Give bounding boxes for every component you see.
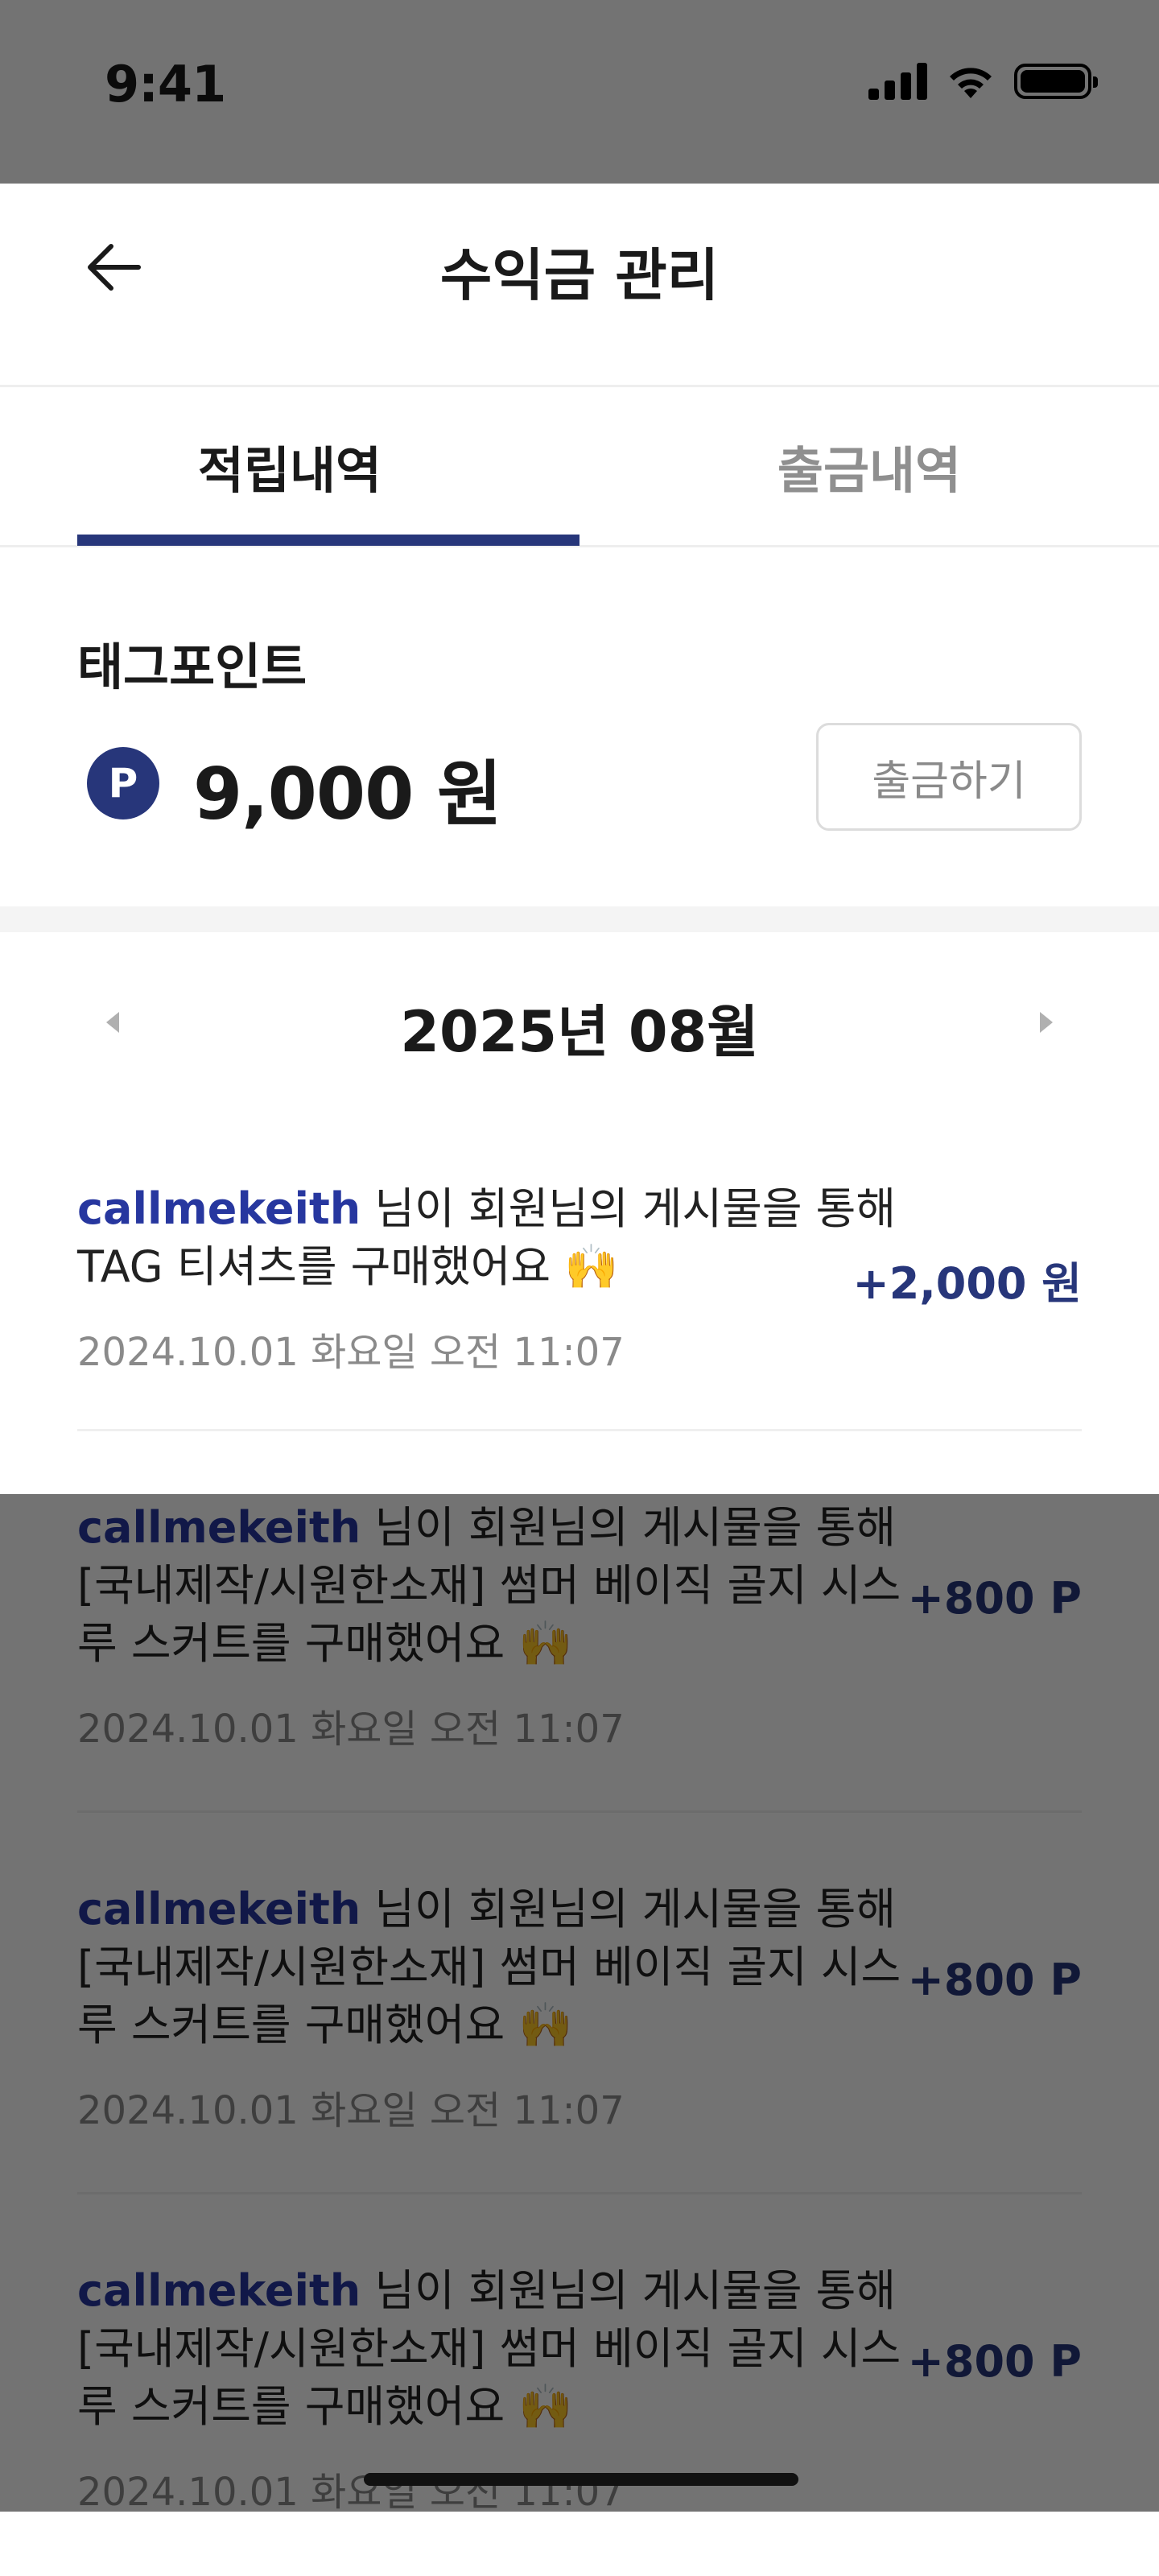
item-username: callmekeith	[77, 1502, 361, 1553]
transaction-list: callmekeith 님이 회원님의 게시물을 통해 TAG 티셔츠를 구매했…	[0, 1109, 1159, 2576]
page-title: 수익금 관리	[439, 242, 720, 308]
withdraw-button[interactable]: 출금하기	[816, 723, 1082, 831]
balance-section: 태그포인트 P 9,000 원 출금하기	[0, 547, 1159, 906]
cellular-signal-icon	[868, 63, 927, 100]
item-date: 2024.10.01 화요일 오전 11:07	[77, 2470, 625, 2515]
caret-right-icon	[1040, 1012, 1053, 1033]
month-label: 2025년 08월	[400, 999, 759, 1065]
month-navigator: 2025년 08월	[0, 932, 1159, 1109]
status-bar: 9:41	[0, 0, 1159, 184]
point-icon: P	[87, 747, 159, 819]
item-description: callmekeith 님이 회원님의 게시물을 통해 TAG 티셔츠를 구매했…	[77, 1109, 906, 1296]
item-amount: +800 P	[907, 1573, 1082, 1624]
section-divider	[0, 906, 1159, 932]
tab-withdrawal-history[interactable]: 출금내역	[580, 387, 1159, 545]
item-date: 2024.10.01 화요일 오전 11:07	[77, 1330, 625, 1375]
app-header: 수익금 관리	[0, 184, 1159, 385]
wifi-icon	[950, 68, 992, 98]
balance-label: 태그포인트	[77, 638, 307, 696]
battery-icon	[1014, 64, 1098, 99]
tab-bar: 적립내역 출금내역	[0, 385, 1159, 547]
status-time: 9:41	[105, 55, 226, 114]
list-item[interactable]: callmekeith 님이 회원님의 게시물을 통해 [국내제작/시원한소재]…	[77, 1431, 1082, 1813]
next-month-button[interactable]	[1030, 1006, 1062, 1038]
home-indicator[interactable]	[364, 2473, 798, 2486]
item-amount: +800 P	[907, 1955, 1082, 2005]
item-username: callmekeith	[77, 1884, 361, 1934]
item-date: 2024.10.01 화요일 오전 11:07	[77, 2088, 625, 2133]
item-username: callmekeith	[77, 2265, 361, 2316]
item-description: callmekeith 님이 회원님의 게시물을 통해 [국내제작/시원한소재]…	[77, 1431, 906, 1673]
status-icons	[868, 63, 1098, 100]
item-description: callmekeith 님이 회원님의 게시물을 통해 [국내제작/시원한소재]…	[77, 1813, 906, 2054]
active-tab-indicator	[77, 535, 580, 546]
balance-amount: 9,000 원	[193, 753, 502, 836]
list-item[interactable]: callmekeith 님이 회원님의 게시물을 통해 [국내제작/시원한소재]…	[77, 2194, 1082, 2576]
item-username: callmekeith	[77, 1183, 361, 1234]
item-amount: +2,000 원	[852, 1258, 1082, 1309]
list-item[interactable]: callmekeith 님이 회원님의 게시물을 통해 TAG 티셔츠를 구매했…	[77, 1109, 1082, 1431]
list-item[interactable]: callmekeith 님이 회원님의 게시물을 통해 [국내제작/시원한소재]…	[77, 1813, 1082, 2194]
tab-earnings-history[interactable]: 적립내역	[0, 387, 580, 545]
item-date: 2024.10.01 화요일 오전 11:07	[77, 1707, 625, 1752]
item-description: callmekeith 님이 회원님의 게시물을 통해 [국내제작/시원한소재]…	[77, 2194, 906, 2436]
item-amount: +800 P	[907, 2336, 1082, 2387]
